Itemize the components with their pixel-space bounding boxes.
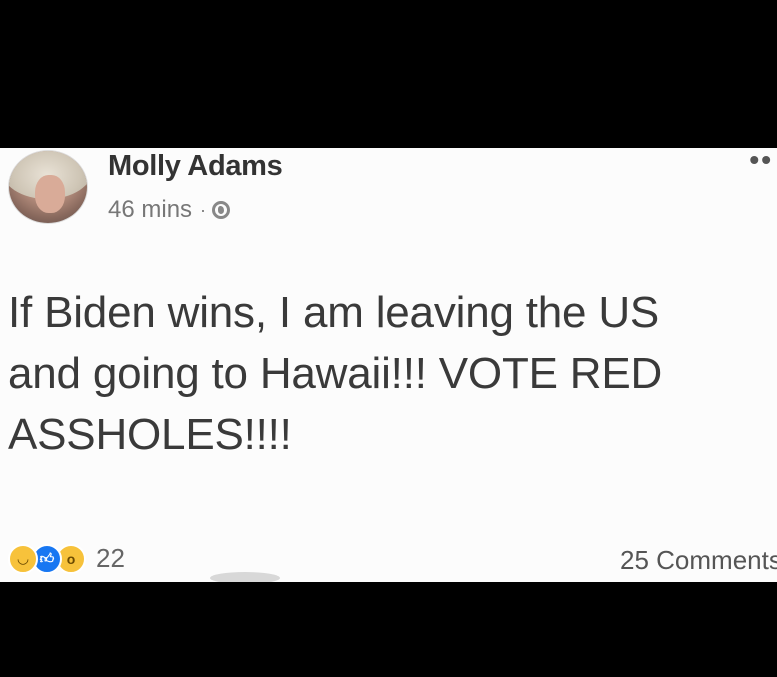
haha-icon: ◡	[8, 543, 38, 574]
reaction-count: 22	[96, 543, 125, 573]
avatar[interactable]	[8, 150, 88, 224]
meta-separator: ·	[200, 199, 207, 220]
letterbox-bottom	[0, 582, 777, 677]
post-meta: 46 mins ·	[108, 196, 231, 224]
post-time[interactable]: 46 mins	[108, 196, 192, 224]
avatar-face	[35, 175, 65, 213]
facebook-post: Molly Adams 46 mins · •• If Biden wins, …	[0, 148, 777, 582]
comments-count[interactable]: 25 Comments	[620, 545, 777, 576]
more-options-icon[interactable]: ••	[749, 148, 773, 176]
letterbox-top	[0, 0, 777, 148]
post-body: If Biden wins, I am leaving the US and g…	[8, 288, 663, 459]
author-name[interactable]: Molly Adams	[108, 150, 283, 183]
globe-icon	[212, 201, 231, 219]
reactions-summary[interactable]: ◡ 👍︎ o 22	[8, 543, 125, 574]
divider-smudge	[210, 572, 280, 582]
